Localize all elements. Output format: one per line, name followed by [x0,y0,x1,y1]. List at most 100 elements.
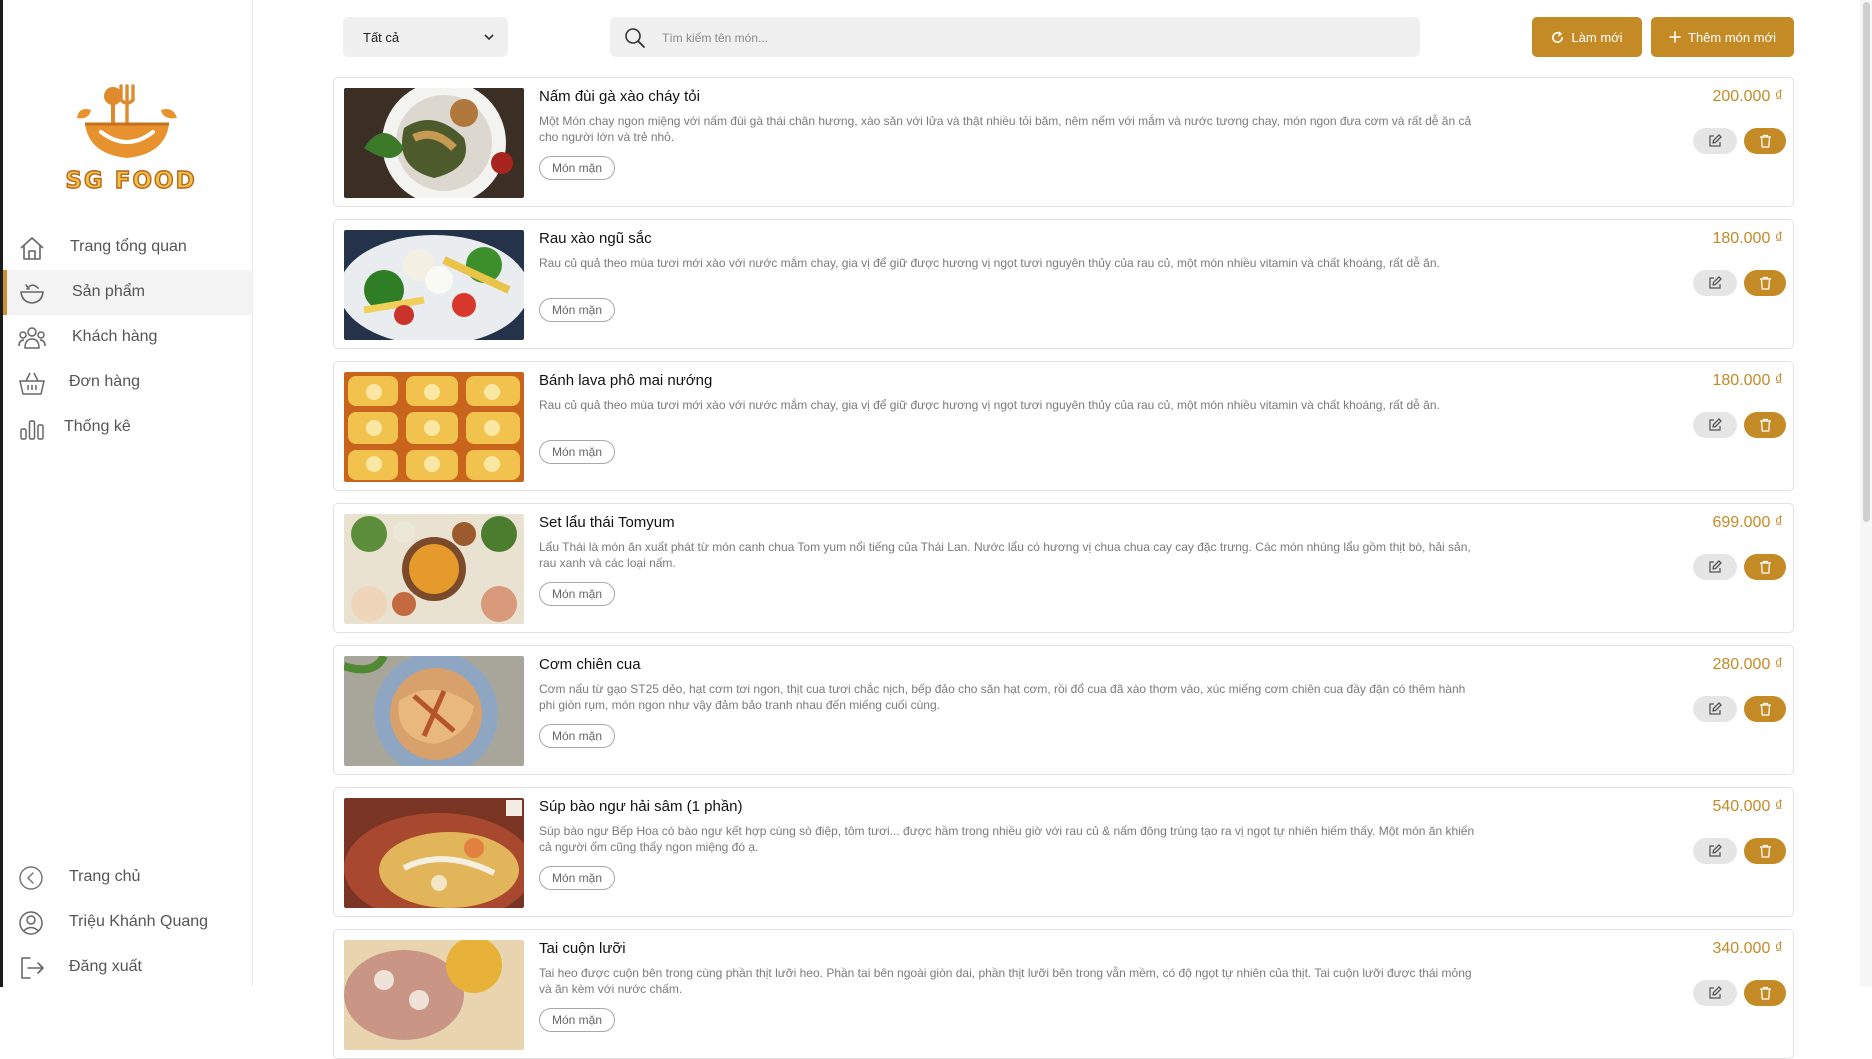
nav-dashboard[interactable]: Trang tổng quan [3,225,252,270]
product-image [344,88,524,198]
delete-product-button[interactable] [1744,980,1786,1006]
delete-product-button[interactable] [1744,270,1786,296]
nav-profile-label: Triệu Khánh Quang [69,913,209,930]
nav-home[interactable]: Trang chủ [3,855,252,900]
product-category-tag: Món mặn [539,298,616,322]
bowl-icon [20,284,44,304]
product-category-tag: Món mặn [539,724,616,748]
product-image [344,940,524,1050]
search-input[interactable] [660,17,1404,59]
product-name: Rau xào ngũ sắc [539,230,652,247]
users-icon [18,327,46,349]
edit-icon [1709,560,1722,573]
product-price: 200.000 ₫ [1712,88,1784,105]
brand-logo: SG FOOD [61,80,201,198]
nav-products[interactable]: Sản phẩm [3,270,252,315]
search-box[interactable] [610,17,1420,59]
product-description: Một Món chay ngon miệng với nấm đùi gà t… [539,114,1472,144]
nav-logout-label: Đăng xuất [69,958,142,975]
product-name: Súp bào ngư hải sâm (1 phần) [539,798,743,815]
product-category-tag: Món mặn [539,440,616,464]
delete-product-button[interactable] [1744,838,1786,864]
product-category-tag: Món mặn [539,1008,616,1032]
product-card: Set lẩu thái Tomyum Lẩu Thái là món ăn x… [333,503,1794,633]
product-name: Nấm đùi gà xào cháy tỏi [539,88,700,105]
home-icon [20,237,44,260]
delete-product-button[interactable] [1744,412,1786,438]
product-image [344,798,524,908]
product-card: Súp bào ngư hải sâm (1 phần) Súp bào ngư… [333,787,1794,917]
edit-icon [1709,986,1722,999]
product-price: 340.000 ₫ [1712,940,1784,957]
brand-name: SG FOOD [65,167,197,194]
product-card: Tai cuộn lưỡi Tai heo được cuộn bên tron… [333,929,1794,1059]
edit-product-button[interactable] [1693,696,1737,722]
bar-chart-icon [20,420,44,440]
product-price: 180.000 ₫ [1712,230,1784,247]
product-description: Lẩu Thái là món ăn xuất phát từ món canh… [539,540,1471,570]
logout-icon [21,957,44,979]
nav-statistics[interactable]: Thống kê [3,405,252,450]
basket-icon [19,372,45,395]
delete-product-button[interactable] [1744,554,1786,580]
product-name: Cơm chiên cua [539,656,641,673]
product-card: Bánh lava phô mai nướng Rau củ quả theo … [333,361,1794,491]
page-scrollbar[interactable] [1860,0,1872,987]
edit-icon [1709,702,1722,715]
nav-home-label: Trang chủ [69,868,141,885]
product-description: Rau củ quả theo mùa tươi mới xào với nướ… [539,398,1440,412]
plus-icon [1669,31,1681,43]
chevron-down-icon [484,34,494,40]
trash-icon [1759,418,1771,432]
product-price: 280.000 ₫ [1712,656,1784,673]
product-price: 540.000 ₫ [1712,798,1784,815]
product-category-tag: Món mặn [539,866,616,890]
nav-dashboard-label: Trang tổng quan [70,238,187,255]
nav-orders[interactable]: Đơn hàng [3,360,252,405]
nav-orders-label: Đơn hàng [69,373,140,390]
user-circle-icon [19,911,43,935]
edit-product-button[interactable] [1693,412,1737,438]
delete-product-button[interactable] [1744,696,1786,722]
scrollbar-thumb[interactable] [1863,2,1870,522]
edit-icon [1709,134,1722,147]
product-description: Cơm nấu từ gạo ST25 dẻo, hạt cơm tơi ngo… [539,682,1466,712]
edit-product-button[interactable] [1693,838,1737,864]
category-filter-select[interactable]: Tất cả [343,17,508,57]
sidebar: SG FOOD Trang tổng quan Sản phẩm Khách h… [3,0,253,987]
product-description: Súp bào ngư Bếp Hoa có bào ngư kết hợp c… [539,824,1475,854]
product-name: Set lẩu thái Tomyum [539,514,675,531]
trash-icon [1759,560,1771,574]
nav-customers[interactable]: Khách hàng [3,315,252,360]
edit-product-button[interactable] [1693,554,1737,580]
product-card: Cơm chiên cua Cơm nấu từ gạo ST25 dẻo, h… [333,645,1794,775]
edit-product-button[interactable] [1693,980,1737,1006]
edit-icon [1709,418,1722,431]
delete-product-button[interactable] [1744,128,1786,154]
product-name: Bánh lava phô mai nướng [539,372,713,389]
add-product-button-label: Thêm món mới [1688,29,1776,45]
edit-product-button[interactable] [1693,270,1737,296]
nav-products-label: Sản phẩm [72,283,145,300]
product-image [344,656,524,766]
nav-statistics-label: Thống kê [64,418,131,435]
product-description: Tai heo được cuộn bên trong cùng phần th… [539,966,1472,996]
nav-logout[interactable]: Đăng xuất [3,945,252,990]
product-name: Tai cuộn lưỡi [539,940,626,957]
product-image [344,230,524,340]
edit-product-button[interactable] [1693,128,1737,154]
trash-icon [1759,134,1771,148]
product-price: 699.000 ₫ [1712,514,1784,531]
product-category-tag: Món mặn [539,582,616,606]
refresh-button[interactable]: Làm mới [1532,17,1642,57]
trash-icon [1759,986,1771,1000]
edit-icon [1709,844,1722,857]
product-price: 180.000 ₫ [1712,372,1784,389]
edit-icon [1709,276,1722,289]
nav-profile[interactable]: Triệu Khánh Quang [3,900,252,945]
refresh-button-label: Làm mới [1571,29,1623,45]
product-description: Rau củ quả theo mùa tươi mới xào với nướ… [539,256,1440,270]
search-icon [625,28,645,48]
add-product-button[interactable]: Thêm món mới [1651,17,1794,57]
trash-icon [1759,702,1771,716]
